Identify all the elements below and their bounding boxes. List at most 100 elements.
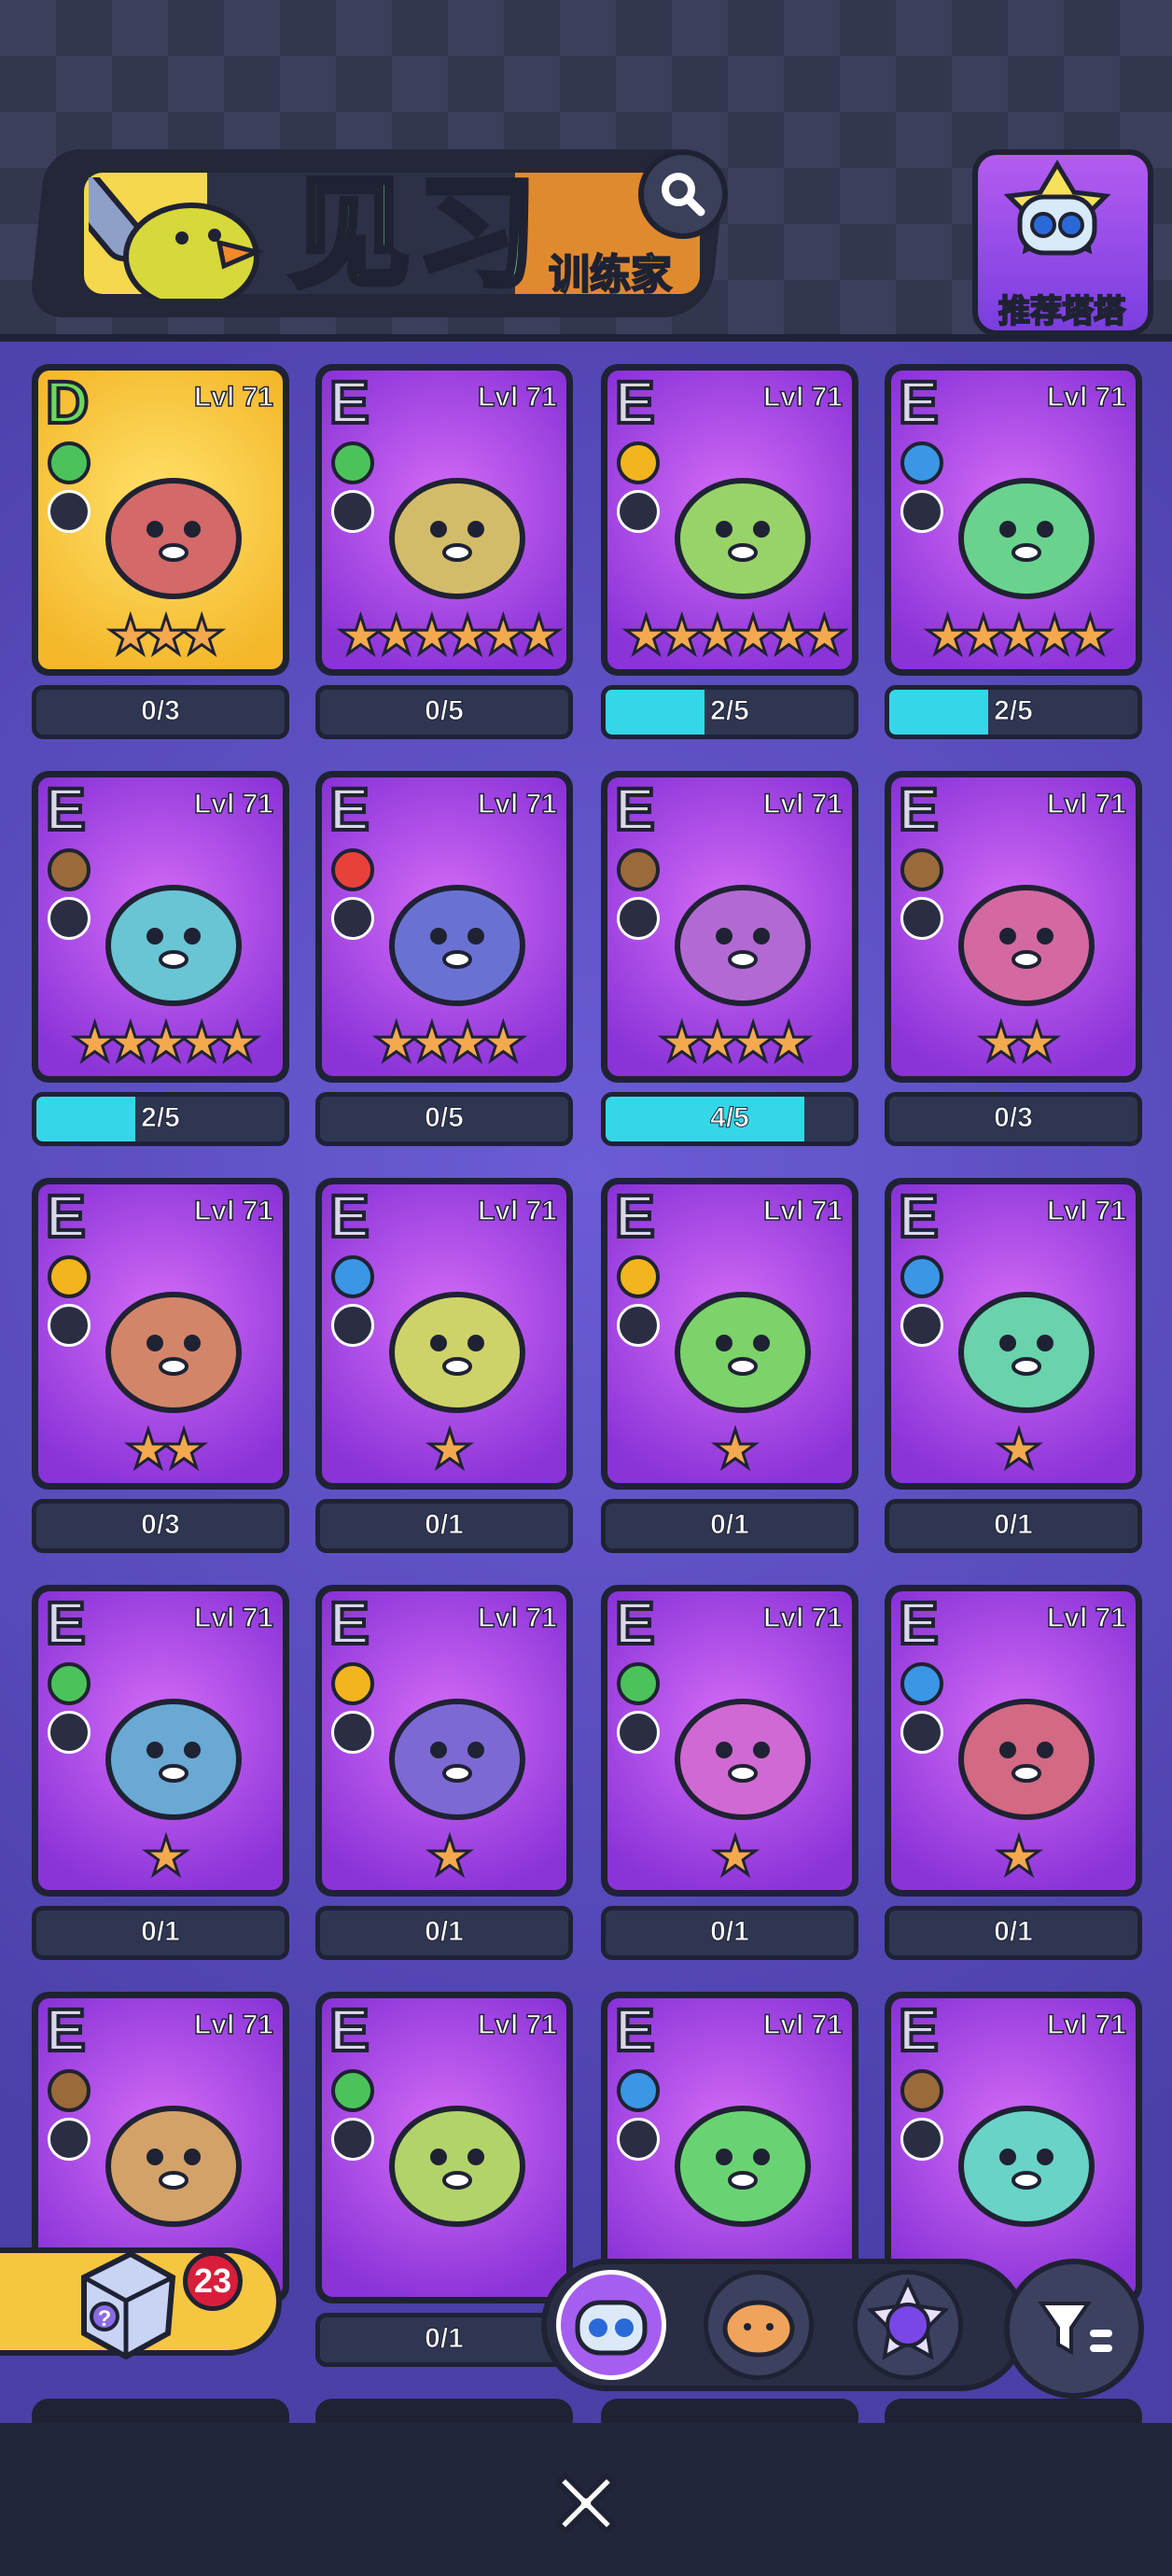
shard-progress-bar: 0/1 [885, 1906, 1142, 1960]
svg-text:?: ? [98, 2306, 112, 2331]
creature-portrait [105, 1699, 242, 1820]
rarity-letter: E [328, 1591, 371, 1657]
trainer-rank-subtitle: 训练家 [548, 251, 673, 299]
shard-progress-text: 0/3 [141, 1509, 181, 1541]
tab-star-cat[interactable] [853, 2270, 963, 2380]
shard-progress-bar: 0/1 [885, 1499, 1142, 1553]
creature-card-face: E Lvl 71 ★★★★ [322, 777, 566, 1076]
rarity-letter: E [328, 1998, 371, 2064]
search-icon [662, 173, 705, 217]
tab-hamster[interactable] [704, 2270, 814, 2380]
star-rating: ★★★★★ [70, 1013, 262, 1071]
mystery-box-icon[interactable]: ? [65, 2240, 187, 2361]
rarity-letter: E [897, 1184, 941, 1250]
star-rating: ★ [141, 1827, 190, 1885]
star-rating: ★★ [123, 1420, 208, 1478]
creature-card[interactable]: E Lvl 71 ★★ [885, 771, 1142, 1083]
creature-card[interactable]: E Lvl 71 ★★ [32, 1178, 289, 1490]
level-label: Lvl 71 [1046, 2009, 1127, 2041]
star-rating: ★ [994, 1420, 1043, 1478]
shard-progress-text: 0/1 [141, 1916, 181, 1948]
rarity-letter: E [328, 371, 371, 436]
creature-portrait [958, 885, 1095, 1006]
shard-progress-bar: 0/3 [32, 685, 289, 739]
creature-card[interactable]: E Lvl 71 ★ [601, 1178, 858, 1490]
creature-card[interactable]: E Lvl 71 ★ [885, 1585, 1142, 1897]
creature-card[interactable]: E Lvl 71 ★★★★★ [885, 364, 1142, 676]
level-label: Lvl 71 [762, 1602, 844, 1634]
shard-progress-bar: 0/1 [315, 1906, 573, 1960]
robot-cat-icon [1003, 160, 1111, 256]
shard-progress-text: 0/1 [710, 1916, 750, 1948]
creature-card[interactable]: E Lvl 71 ★ [315, 1178, 573, 1490]
shard-progress-bar: 2/5 [32, 1092, 289, 1146]
creature-card[interactable]: E Lvl 71 [315, 1992, 573, 2303]
shard-progress-text: 0/3 [141, 695, 181, 727]
rarity-letter: E [328, 777, 371, 843]
shard-progress-bar: 0/1 [315, 2313, 573, 2367]
creature-card-face: E Lvl 71 ★★★★ [607, 777, 852, 1076]
creature-portrait [675, 2106, 811, 2227]
rarity-letter: E [613, 1184, 657, 1250]
creature-card-face: E Lvl 71 [322, 1998, 566, 2297]
creature-card[interactable]: E Lvl 71 ★ [315, 1585, 573, 1897]
star-rating: ★★★ [105, 606, 227, 665]
creature-portrait [675, 478, 811, 599]
shard-progress-bar: 2/5 [885, 685, 1142, 739]
search-button[interactable] [638, 149, 728, 239]
creature-card[interactable]: E Lvl 71 [601, 1992, 858, 2303]
tab-cat-face[interactable] [556, 2270, 666, 2380]
recommend-tata-label: 推荐塔塔 [998, 293, 1126, 330]
level-label: Lvl 71 [477, 788, 558, 820]
star-rating: ★ [425, 1827, 474, 1885]
shard-progress-text: 4/5 [710, 1102, 750, 1134]
creature-portrait [389, 478, 525, 599]
creature-card-face: E Lvl 71 ★ [322, 1184, 566, 1483]
creature-card-face: E Lvl 71 ★★★★★ [891, 371, 1136, 669]
creature-card[interactable]: E Lvl 71 ★★★★★★ [601, 364, 858, 676]
level-label: Lvl 71 [1046, 1195, 1127, 1227]
creature-card[interactable]: E Lvl 71 ★★★★★ [32, 771, 289, 1083]
creature-portrait [105, 478, 242, 599]
trainer-rank-title: 见习 [286, 162, 544, 304]
creature-portrait [389, 1292, 525, 1413]
creature-card[interactable]: D Lvl 71 ★★★ [32, 364, 289, 676]
creature-card-face: E Lvl 71 ★ [891, 1184, 1136, 1483]
level-label: Lvl 71 [193, 2009, 274, 2041]
creature-card-face: E Lvl 71 ★ [607, 1591, 852, 1890]
creature-card-face: E Lvl 71 [607, 1998, 852, 2297]
level-label: Lvl 71 [762, 381, 844, 413]
star-rating: ★★★★★ [923, 606, 1115, 665]
creature-card[interactable]: E Lvl 71 ★★★★★★ [315, 364, 573, 676]
creature-card[interactable]: E Lvl 71 ★★★★ [601, 771, 858, 1083]
creature-card-face: E Lvl 71 ★★★★★★ [607, 371, 852, 669]
filter-button[interactable] [1004, 2259, 1144, 2399]
shard-progress-text: 2/5 [994, 695, 1034, 727]
rarity-letter: E [613, 1998, 657, 2064]
close-icon[interactable] [539, 2457, 633, 2550]
creature-card[interactable]: E Lvl 71 ★ [601, 1585, 858, 1897]
level-label: Lvl 71 [477, 1195, 558, 1227]
shard-progress-bar: 0/1 [32, 1906, 289, 1960]
creature-card[interactable]: E Lvl 71 ★ [32, 1585, 289, 1897]
shard-progress-bar: 0/1 [601, 1499, 858, 1553]
creature-portrait [389, 1699, 525, 1820]
level-label: Lvl 71 [193, 788, 274, 820]
creature-card-face: E Lvl 71 ★ [891, 1591, 1136, 1890]
shard-progress-bar: 0/3 [32, 1499, 289, 1553]
creature-card[interactable]: E Lvl 71 ★ [885, 1178, 1142, 1490]
shard-progress-text: 0/1 [425, 1916, 465, 1948]
creature-portrait [389, 885, 525, 1006]
cat-face-icon [575, 2300, 648, 2356]
star-rating: ★★★★★★ [621, 606, 849, 665]
shard-progress-text: 0/5 [425, 695, 465, 727]
level-label: Lvl 71 [762, 2009, 844, 2041]
shard-progress-text: 2/5 [710, 695, 750, 727]
shard-progress-text: 0/5 [425, 1102, 465, 1134]
rarity-letter: E [44, 1591, 88, 1657]
rarity-letter: E [897, 777, 941, 843]
creature-card[interactable]: E Lvl 71 ★★★★ [315, 771, 573, 1083]
creature-card-face: E Lvl 71 ★ [322, 1591, 566, 1890]
creature-card[interactable]: E Lvl 71 [885, 1992, 1142, 2303]
star-rating: ★ [425, 1420, 474, 1478]
